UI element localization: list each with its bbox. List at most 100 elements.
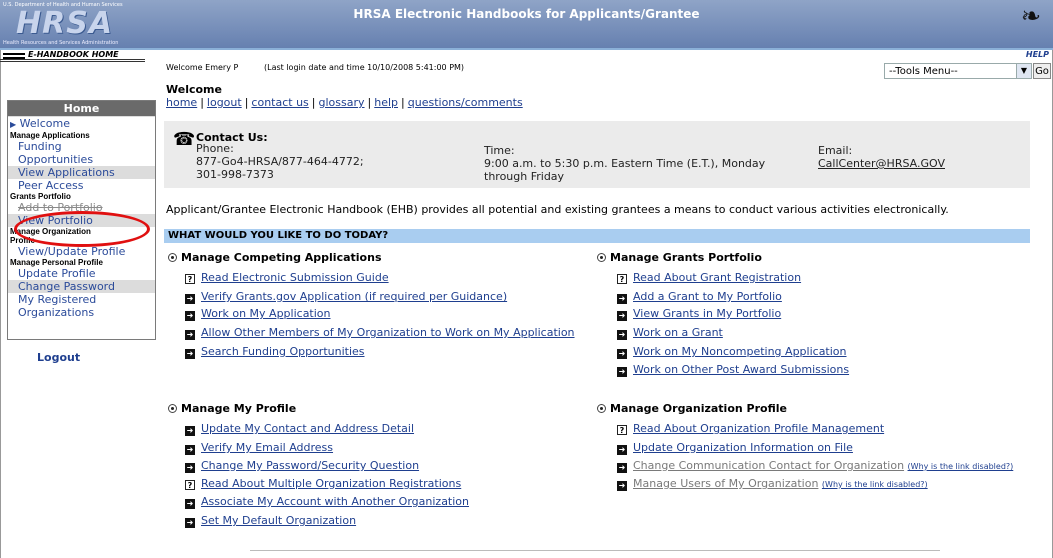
arrow-right-icon: ➜ [185, 445, 195, 455]
section-competing-title: Manage Competing Applications [181, 251, 382, 264]
link-associate-account[interactable]: Associate My Account with Another Organi… [201, 495, 469, 508]
email-link[interactable]: CallCenter@HRSA.GOV [818, 158, 945, 169]
link-manage-users-disabled: Manage Users of My Organization [633, 477, 819, 490]
window-left-edge [0, 0, 1, 558]
hrsa-subtitle: Health Resources and Services Administra… [3, 40, 119, 46]
left-nav: Home ▶ Welcome Manage Applications Fundi… [7, 100, 156, 340]
email-label: Email: [818, 144, 853, 157]
link-allow-other-members[interactable]: Allow Other Members of My Organization t… [201, 326, 575, 339]
nav-change-password[interactable]: Change Password [8, 280, 155, 293]
link-questions-comments[interactable]: questions/comments [408, 96, 523, 109]
link-multiple-org-registrations[interactable]: Read About Multiple Organization Registr… [201, 477, 461, 490]
nav-view-update-profile[interactable]: View/Update Profile [8, 245, 155, 258]
link-org-profile-management[interactable]: Read About Organization Profile Manageme… [633, 422, 884, 435]
question-icon: ? [185, 480, 195, 490]
ehb-home-link[interactable]: E-HANDBOOK HOME [0, 50, 145, 62]
link-work-on-grant[interactable]: Work on a Grant [633, 326, 723, 339]
nav-header-home[interactable]: Home [8, 101, 155, 117]
nav-arrow-icon: ▶ [10, 120, 17, 129]
nav-view-applications[interactable]: View Applications [8, 166, 155, 179]
hhs-eagle-icon: ❧ [1020, 2, 1041, 30]
radio-bullet-icon [597, 253, 606, 262]
arrow-right-icon: ➜ [185, 499, 195, 509]
nav-my-registered-orgs[interactable]: My Registered Organizations [8, 293, 155, 319]
grants-item: ? Read About Grant Registration [617, 271, 801, 284]
nav-welcome-label: Welcome [19, 117, 70, 130]
help-link[interactable]: HELP [1026, 50, 1049, 59]
grants-item: ➜ Work on Other Post Award Submissions [617, 363, 849, 377]
time-line2: through Friday [484, 170, 565, 183]
link-help[interactable]: help [374, 96, 398, 109]
last-login: (Last login date and time 10/10/2008 5:4… [264, 63, 465, 72]
arrow-right-icon: ➜ [185, 349, 195, 359]
section-banner: WHAT WOULD YOU LIKE TO DO TODAY? [164, 229, 1030, 243]
org-item: ➜ Manage Users of My Organization (Why is… [617, 477, 928, 491]
link-work-on-my-application[interactable]: Work on My Application [201, 307, 331, 320]
link-verify-email[interactable]: Verify My Email Address [201, 441, 333, 454]
profile-item: ➜ Set My Default Organization [185, 514, 356, 528]
nav-my-reg-line2: Organizations [18, 306, 95, 319]
grants-item: ➜ Add a Grant to My Portfolio [617, 290, 782, 304]
intro-text: Applicant/Grantee Electronic Handbook (E… [166, 203, 949, 216]
grants-item: ➜ Work on My Noncompeting Application [617, 345, 847, 359]
link-default-organization[interactable]: Set My Default Organization [201, 514, 356, 527]
go-button[interactable]: Go [1033, 63, 1051, 79]
nav-section-personal: Manage Personal Profile [10, 258, 103, 267]
nav-funding-opportunities[interactable]: Funding Opportunities [8, 140, 155, 166]
tools-menu-select[interactable]: --Tools Menu-- ▼ [884, 63, 1032, 79]
nav-update-profile[interactable]: Update Profile [8, 267, 155, 280]
nav-section-applications: Manage Applications [10, 131, 90, 140]
arrow-right-icon: ➜ [185, 294, 195, 304]
arrow-right-icon: ➜ [617, 330, 627, 340]
arrow-right-icon: ➜ [617, 367, 627, 377]
why-disabled-link[interactable]: (Why is the link disabled?) [908, 462, 1014, 471]
arrow-right-icon: ➜ [185, 311, 195, 321]
link-post-award-submissions[interactable]: Work on Other Post Award Submissions [633, 363, 849, 376]
why-disabled-link[interactable]: (Why is the link disabled?) [822, 480, 928, 489]
grants-item: ➜ Work on a Grant [617, 326, 723, 340]
link-search-funding[interactable]: Search Funding Opportunities [201, 345, 365, 358]
link-view-grants[interactable]: View Grants in My Portfolio [633, 307, 781, 320]
link-glossary[interactable]: glossary [319, 96, 365, 109]
radio-bullet-icon [168, 253, 177, 262]
competing-item: ➜ Allow Other Members of My Organization … [185, 326, 575, 340]
nav-peer-access[interactable]: Peer Access [8, 179, 155, 192]
nav-add-to-portfolio[interactable]: Add to Portfolio [8, 201, 155, 214]
time-label: Time: [484, 144, 515, 157]
link-update-org-info[interactable]: Update Organization Information on File [633, 441, 853, 454]
profile-item: ➜ Verify My Email Address [185, 441, 333, 455]
nav-logout[interactable]: Logout [37, 351, 80, 364]
competing-item: ? Read Electronic Submission Guide [185, 271, 389, 284]
nav-section-org-line1: Manage Organization [10, 227, 91, 236]
link-add-grant[interactable]: Add a Grant to My Portfolio [633, 290, 782, 303]
link-noncompeting-application[interactable]: Work on My Noncompeting Application [633, 345, 847, 358]
phone-icon: ☎ [173, 129, 196, 150]
arrow-right-icon: ➜ [617, 463, 627, 473]
section-org-title: Manage Organization Profile [610, 402, 787, 415]
link-contact-us[interactable]: contact us [251, 96, 308, 109]
section-competing: Manage Competing Applications [168, 251, 382, 264]
phone-line2: 301-998-7373 [196, 168, 274, 181]
contact-box: ☎ Contact Us: Phone: 877-Go4-HRSA/877-46… [164, 121, 1030, 188]
link-logout[interactable]: logout [207, 96, 242, 109]
nav-view-portfolio[interactable]: View Portfolio [8, 214, 155, 227]
profile-item: ? Read About Multiple Organization Regist… [185, 477, 461, 490]
competing-item: ➜ Search Funding Opportunities [185, 345, 365, 359]
time-line1: 9:00 a.m. to 5:30 p.m. Eastern Time (E.T… [484, 157, 766, 170]
nav-welcome[interactable]: ▶ Welcome [8, 117, 155, 131]
top-links: home | logout | contact us | glossary | help | que… [166, 96, 523, 109]
arrow-right-icon: ➜ [617, 481, 627, 491]
link-change-password[interactable]: Change My Password/Security Question [201, 459, 419, 472]
radio-bullet-icon [597, 404, 606, 413]
link-update-contact[interactable]: Update My Contact and Address Detail [201, 422, 414, 435]
link-read-grant-registration[interactable]: Read About Grant Registration [633, 271, 801, 284]
link-change-communication-contact-disabled: Change Communication Contact for Organiz… [633, 459, 905, 472]
grants-item: ➜ View Grants in My Portfolio [617, 307, 781, 321]
app-title: HRSA Electronic Handbooks for Applicants… [353, 7, 700, 21]
competing-item: ➜ Verify Grants.gov Application (if requi… [185, 290, 507, 304]
nav-section-org-line2: Profile [10, 236, 35, 245]
banner-text: WHAT WOULD YOU LIKE TO DO TODAY? [168, 230, 389, 241]
link-verify-grants-gov[interactable]: Verify Grants.gov Application (if requir… [201, 290, 507, 303]
link-read-submission-guide[interactable]: Read Electronic Submission Guide [201, 271, 389, 284]
link-home[interactable]: home [166, 96, 197, 109]
